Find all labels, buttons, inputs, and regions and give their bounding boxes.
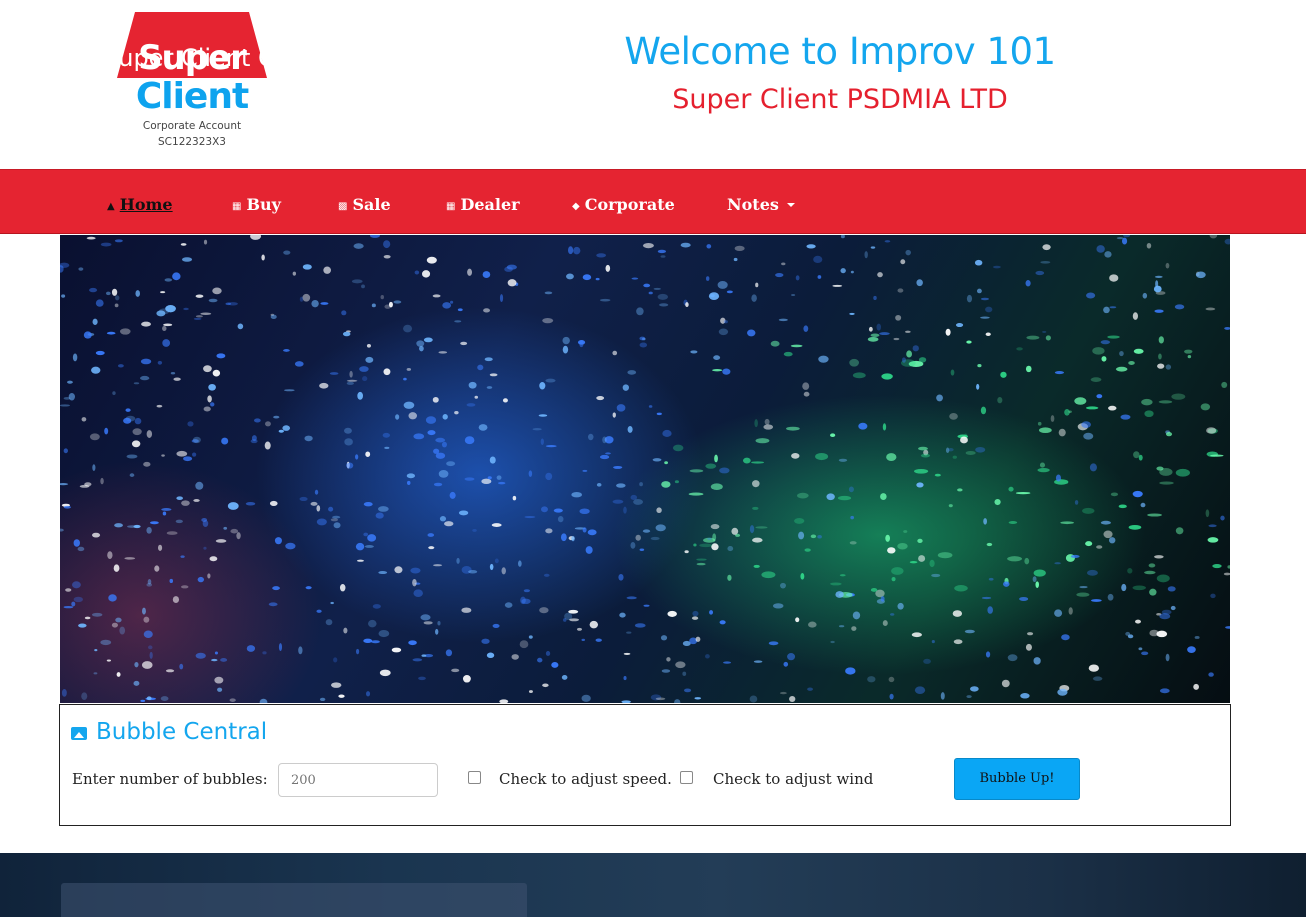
logo-word-client: Client [135, 76, 249, 117]
wind-checkbox[interactable] [680, 771, 693, 784]
nav-home-label: Home [119, 195, 173, 214]
speed-checkbox-label: Check to adjust speed. [499, 770, 672, 788]
nav-dealer-label: Dealer [460, 195, 520, 214]
hero-banner-image [60, 235, 1230, 703]
account-number: SC122323X3 [158, 136, 226, 148]
nav-home[interactable]: ▲ Home [107, 195, 173, 217]
welcome-heading: Welcome to Improv 101 [624, 30, 1056, 73]
image-icon [71, 727, 87, 740]
tag-icon: ◆ [572, 201, 580, 212]
main-navbar: ▲ Home ▦ Buy ▩ Sale ▦ Dealer ◆ Corporate Note… [0, 169, 1306, 234]
nav-sale[interactable]: ▩ Sale [338, 195, 391, 217]
bubble-count-input[interactable] [278, 763, 438, 797]
calendar-icon: ▦ [232, 201, 242, 212]
chart-icon: ▩ [338, 201, 348, 212]
nav-notes-dropdown[interactable]: Notes [727, 195, 795, 215]
company-section-title: Super Client Company LTD [103, 44, 424, 72]
nav-dealer[interactable]: ▦ Dealer [446, 195, 520, 217]
page-header: Super Client Corporate Account SC122323X… [0, 0, 1306, 168]
nav-corporate[interactable]: ◆ Corporate [572, 195, 675, 217]
bubble-central-panel: Bubble Central Enter number of bubbles: … [59, 704, 1231, 826]
speed-checkbox[interactable] [468, 771, 481, 784]
stock-ticker-illustration [60, 235, 1230, 703]
company-heading: Super Client PSDMIA LTD [672, 84, 1008, 115]
calendar-icon: ▦ [446, 201, 456, 212]
bubble-count-label: Enter number of bubbles: [72, 770, 268, 788]
home-icon: ▲ [107, 201, 115, 212]
nav-buy-label: Buy [246, 195, 281, 214]
window-icon [77, 56, 93, 68]
wind-checkbox-label: Check to adjust wind [713, 770, 874, 788]
nav-corporate-label: Corporate [584, 195, 675, 214]
caret-down-icon [786, 203, 795, 207]
bubble-central-title: Bubble Central [96, 719, 268, 745]
nav-notes-label: Notes [727, 195, 779, 214]
company-section-panel [61, 883, 527, 917]
bubble-up-button[interactable]: Bubble Up! [954, 758, 1080, 800]
company-section-background [0, 853, 1306, 917]
super-client-logo[interactable]: Super Client Corporate Account SC122323X… [117, 12, 267, 152]
nav-buy[interactable]: ▦ Buy [232, 195, 281, 217]
nav-sale-label: Sale [352, 195, 391, 214]
logo-subtitle: Corporate Account [142, 120, 242, 132]
